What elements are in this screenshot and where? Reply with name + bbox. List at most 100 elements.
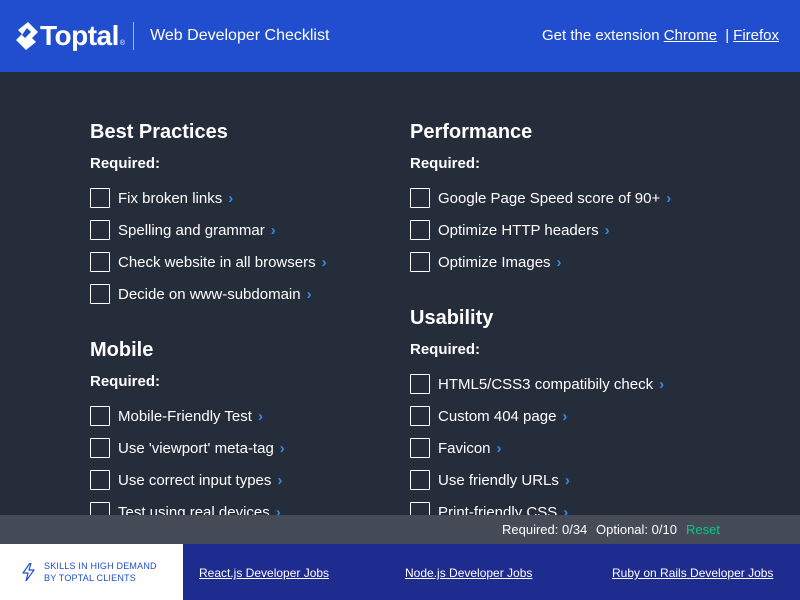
chevron-right-icon[interactable]: › (277, 472, 282, 489)
section-performance: Performance Required: Google Page Speed sc… (410, 120, 710, 278)
extension-links: Get the extension Chrome | Firefox (542, 27, 779, 44)
checkbox[interactable] (410, 470, 430, 490)
chevron-right-icon[interactable]: › (659, 376, 664, 393)
checklist-item-label[interactable]: Use correct input types (118, 472, 271, 489)
chevron-right-icon[interactable]: › (258, 408, 263, 425)
extension-prefix: Get the extension (541, 27, 660, 44)
checkbox[interactable] (90, 470, 110, 490)
required-label: Required: (410, 155, 481, 172)
section-title: Usability (410, 307, 494, 329)
optional-progress: Optional: 0/10 (596, 522, 677, 537)
checklist-item-label[interactable]: Check website in all browsers (118, 254, 316, 271)
section-mobile: Mobile Required: Mobile-Friendly Test › Use … (90, 338, 390, 515)
checkbox[interactable] (410, 438, 430, 458)
chevron-right-icon[interactable]: › (280, 440, 285, 457)
required-label: Required: (90, 155, 161, 172)
checklist-item[interactable]: Google Page Speed score of 90+ › (410, 182, 710, 214)
progress-status-bar: Required: 0/34 Optional: 0/10 Reset (0, 515, 800, 544)
skills-banner: SKILLS IN HIGH DEMAND BY TOPTAL CLIENTS (0, 544, 183, 600)
toptal-logo-icon (16, 22, 38, 50)
section-title: Mobile (90, 339, 154, 361)
chevron-right-icon[interactable]: › (322, 254, 327, 271)
firefox-link[interactable]: Firefox (733, 27, 779, 44)
chrome-link[interactable]: Chrome (664, 27, 717, 44)
column-left: Best Practices Required: Fix broken links ›… (90, 120, 390, 515)
chevron-right-icon[interactable]: › (605, 222, 610, 239)
column-right: Performance Required: Google Page Speed sc… (410, 120, 710, 515)
checkbox[interactable] (410, 374, 430, 394)
checkbox[interactable] (410, 188, 430, 208)
link-separator: | (725, 27, 730, 44)
checklist-item-label[interactable]: Favicon (438, 440, 491, 457)
logo-registered-mark: ® (119, 39, 126, 47)
checklist-item-label[interactable]: Print-friendly CSS (438, 504, 557, 516)
checkbox[interactable] (410, 406, 430, 426)
header-divider (133, 22, 135, 50)
checklist-item-label[interactable]: Use 'viewport' meta-tag (118, 440, 274, 457)
checklist-item[interactable]: Check website in all browsers › (90, 246, 390, 278)
checkbox[interactable] (90, 188, 110, 208)
checkbox[interactable] (410, 252, 430, 272)
required-label: Required: (90, 373, 161, 390)
checklist-item-label[interactable]: HTML5/CSS3 compatibily check (438, 376, 653, 393)
chevron-right-icon[interactable]: › (565, 472, 570, 489)
checkbox[interactable] (90, 252, 110, 272)
required-label: Required: (410, 341, 481, 358)
checklist-item-label[interactable]: Use friendly URLs (438, 472, 559, 489)
chevron-right-icon[interactable]: › (666, 190, 671, 207)
checklist-content[interactable]: Best Practices Required: Fix broken links ›… (0, 72, 800, 515)
checklist-item-label[interactable]: Fix broken links (118, 190, 222, 207)
chevron-right-icon[interactable]: › (563, 504, 568, 516)
checklist-item[interactable]: Print-friendly CSS › (410, 496, 710, 515)
checklist-item[interactable]: Custom 404 page › (410, 400, 710, 432)
checklist-item[interactable]: Test using real devices › (90, 496, 390, 515)
chevron-right-icon[interactable]: › (271, 222, 276, 239)
checklist-item-label[interactable]: Spelling and grammar (118, 222, 265, 239)
checkbox[interactable] (90, 438, 110, 458)
checkbox[interactable] (410, 220, 430, 240)
chevron-right-icon[interactable]: › (497, 440, 502, 457)
node-jobs-link[interactable]: Node.js Developer Jobs (405, 566, 532, 580)
checkbox[interactable] (90, 406, 110, 426)
checklist-item-label[interactable]: Optimize HTTP headers (438, 222, 599, 239)
toptal-logo[interactable]: Toptal ® (16, 20, 125, 52)
chevron-right-icon[interactable]: › (557, 254, 562, 271)
checklist-item-label[interactable]: Test using real devices (118, 504, 270, 516)
checklist-item[interactable]: Use correct input types › (90, 464, 390, 496)
reset-button[interactable]: Reset (686, 522, 720, 537)
chevron-right-icon[interactable]: › (276, 504, 281, 516)
checklist-item-label[interactable]: Google Page Speed score of 90+ (438, 190, 660, 207)
checkbox[interactable] (90, 220, 110, 240)
checklist-item-label[interactable]: Custom 404 page (438, 408, 556, 425)
checklist-item[interactable]: HTML5/CSS3 compatibily check › (410, 368, 710, 400)
logo-text: Toptal (40, 20, 119, 51)
checklist-item[interactable]: Use 'viewport' meta-tag › (90, 432, 390, 464)
bolt-icon (22, 563, 35, 581)
checkbox[interactable] (90, 284, 110, 304)
checkbox[interactable] (410, 502, 430, 515)
checklist-item-label[interactable]: Optimize Images (438, 254, 551, 271)
skills-line-2: BY TOPTAL CLIENTS (44, 573, 136, 583)
react-jobs-link[interactable]: React.js Developer Jobs (199, 566, 329, 580)
checklist-item[interactable]: Favicon › (410, 432, 710, 464)
chevron-right-icon[interactable]: › (307, 286, 312, 303)
checklist-item[interactable]: Mobile-Friendly Test › (90, 400, 390, 432)
checklist-item[interactable]: Optimize Images › (410, 246, 710, 278)
checkbox[interactable] (90, 502, 110, 515)
checklist-item-label[interactable]: Mobile-Friendly Test (118, 408, 252, 425)
checklist-item[interactable]: Spelling and grammar › (90, 214, 390, 246)
required-progress: Required: 0/34 (502, 522, 588, 537)
skills-text: SKILLS IN HIGH DEMAND BY TOPTAL CLIENTS (44, 560, 157, 584)
section-title: Best Practices (90, 121, 228, 143)
chevron-right-icon[interactable]: › (228, 190, 233, 207)
checklist-item[interactable]: Optimize HTTP headers › (410, 214, 710, 246)
rails-jobs-link[interactable]: Ruby on Rails Developer Jobs (612, 566, 773, 580)
footer-jobs-bar: SKILLS IN HIGH DEMAND BY TOPTAL CLIENTS … (0, 544, 800, 600)
checklist-item-label[interactable]: Decide on www-subdomain (118, 286, 301, 303)
checklist-item[interactable]: Use friendly URLs › (410, 464, 710, 496)
section-usability: Usability Required: HTML5/CSS3 compatibily… (410, 306, 710, 515)
checklist-item[interactable]: Fix broken links › (90, 182, 390, 214)
chevron-right-icon[interactable]: › (562, 408, 567, 425)
checklist-item[interactable]: Decide on www-subdomain › (90, 278, 390, 310)
section-title: Performance (410, 121, 533, 143)
